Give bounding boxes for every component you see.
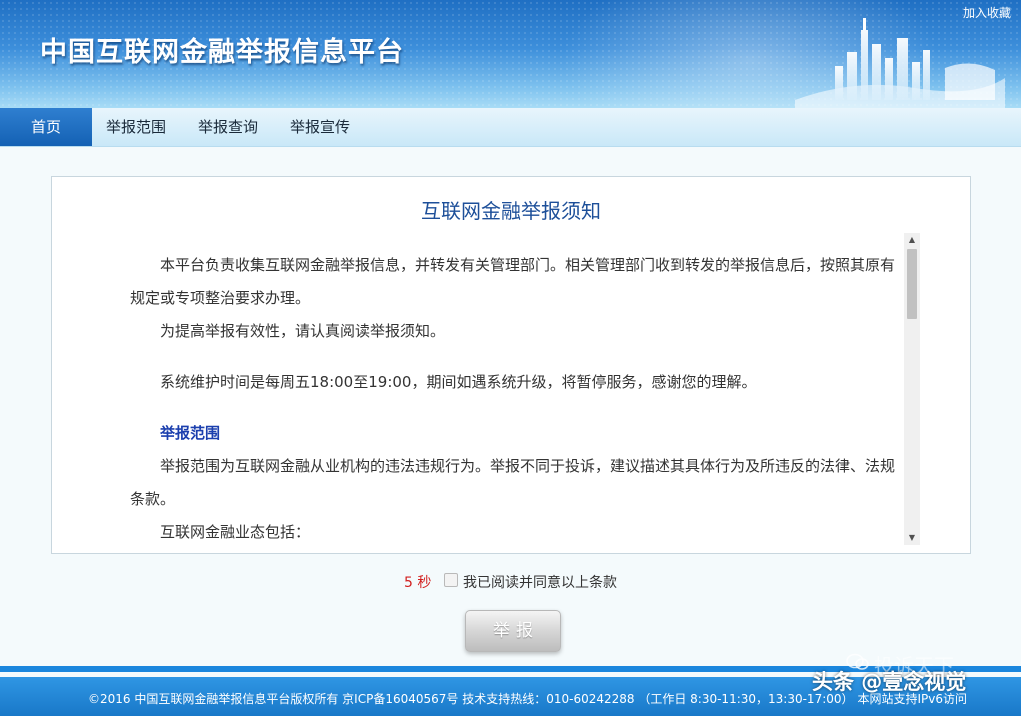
notice-paragraph: 互联网金融业态包括： — [160, 523, 311, 541]
notice-scroll-area[interactable]: 本平台负责收集互联网金融举报信息，并转发有关管理部门。相关管理部门收到转发的举报… — [52, 233, 920, 543]
notice-paragraph: 为提高举报有效性，请认真阅读举报须知。 — [160, 322, 446, 340]
main-nav: 首页 举报范围 举报查询 举报宣传 — [0, 108, 1021, 147]
scroll-thumb[interactable] — [907, 249, 917, 319]
agree-label[interactable]: 我已阅读并同意以上条款 — [463, 572, 617, 592]
scroll-down-arrow-icon[interactable]: ▼ — [904, 531, 920, 545]
nav-item-report-promotion[interactable]: 举报宣传 — [290, 108, 350, 146]
footer-copyright: ©2016 中国互联网金融举报信息平台版权所有 京ICP备16040567号 技… — [88, 692, 854, 706]
notice-scrollbar[interactable]: ▲ ▼ — [904, 233, 920, 545]
watermark: 投诉天下 头条 @壹念视觉 — [812, 650, 996, 710]
nav-item-home[interactable]: 首页 — [0, 108, 92, 146]
watermark-bottom-text: 头条 @壹念视觉 — [812, 670, 967, 694]
notice-paragraph: 举报范围为互联网金融从业机构的违法违规行为。举报不同于投诉，建议描述其具体行为及… — [130, 457, 896, 508]
nav-item-report-query[interactable]: 举报查询 — [198, 108, 258, 146]
report-button[interactable]: 举报 — [465, 610, 561, 652]
notice-paragraph: 本平台负责收集互联网金融举报信息，并转发有关管理部门。相关管理部门收到转发的举报… — [130, 256, 896, 307]
header-banner: 中国互联网金融举报信息平台 加入收藏 — [0, 0, 1021, 108]
add-bookmark-link[interactable]: 加入收藏 — [963, 4, 1011, 21]
scroll-up-arrow-icon[interactable]: ▲ — [904, 233, 920, 247]
nav-item-report-scope[interactable]: 举报范围 — [106, 108, 166, 146]
notice-content: 本平台负责收集互联网金融举报信息，并转发有关管理部门。相关管理部门收到转发的举报… — [130, 249, 900, 543]
notice-panel: 互联网金融举报须知 本平台负责收集互联网金融举报信息，并转发有关管理部门。相关管… — [51, 176, 971, 554]
section-heading-report-scope: 举报范围 — [160, 424, 221, 442]
notice-paragraph: 系统维护时间是每周五18:00至19:00，期间如遇系统升级，将暂停服务，感谢您… — [160, 373, 757, 391]
notice-title: 互联网金融举报须知 — [421, 199, 601, 223]
site-title: 中国互联网金融举报信息平台 — [40, 37, 404, 68]
countdown-timer: 5 秒 — [404, 575, 432, 591]
city-skyline-graphic — [795, 18, 1005, 108]
agree-checkbox[interactable] — [444, 573, 458, 587]
